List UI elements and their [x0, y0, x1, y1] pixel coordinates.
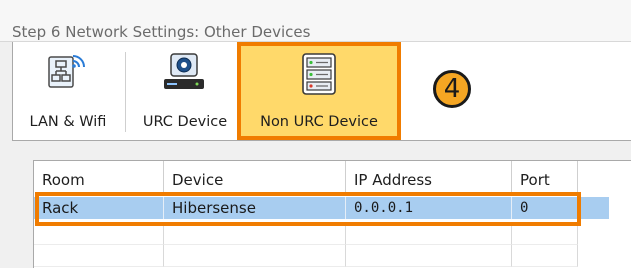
- table-row[interactable]: Rack Hibersense 0.0.0.1 0: [34, 197, 609, 219]
- cell-port: 0: [512, 197, 578, 219]
- cell-device: Hibersense: [164, 197, 346, 219]
- settings-window: Step 6 Network Settings: Other Devices L…: [0, 0, 631, 268]
- non-urc-device-label: Non URC Device: [260, 114, 378, 130]
- devices-table: Room Device IP Address Port Rack Hiberse…: [33, 160, 631, 268]
- title-bar: Step 6 Network Settings: Other Devices: [0, 0, 631, 42]
- lan-wifi-button[interactable]: LAN & Wifi: [13, 42, 123, 134]
- column-header-ip-address[interactable]: IP Address: [346, 161, 512, 194]
- table-row-empty: [34, 223, 609, 245]
- urc-device-button[interactable]: URC Device: [129, 42, 241, 134]
- cell-room: Rack: [34, 197, 164, 219]
- urc-device-label: URC Device: [142, 114, 228, 130]
- empty-cell: [346, 245, 512, 267]
- column-header-device[interactable]: Device: [164, 161, 346, 194]
- step-number-badge: 4: [433, 70, 471, 108]
- lan-wifi-label: LAN & Wifi: [29, 114, 107, 130]
- table-header: Room Device IP Address Port: [34, 161, 609, 194]
- empty-cell: [512, 245, 578, 267]
- toolbar-separator: [125, 52, 126, 132]
- column-header-room[interactable]: Room: [34, 161, 164, 194]
- empty-cell: [34, 245, 164, 267]
- table-row-empty: [34, 245, 609, 267]
- column-header-port[interactable]: Port: [512, 161, 578, 194]
- window-title: Step 6 Network Settings: Other Devices: [12, 23, 311, 41]
- toolbar-divider: [12, 140, 631, 141]
- non-urc-device-button[interactable]: Non URC Device: [237, 42, 401, 140]
- empty-cell: [34, 223, 164, 245]
- empty-cell: [512, 223, 578, 245]
- server-rack-icon: [298, 52, 338, 95]
- network-wifi-icon: [46, 52, 86, 92]
- empty-cell: [346, 223, 512, 245]
- empty-cell: [164, 223, 346, 245]
- urc-device-icon: [163, 52, 204, 92]
- device-type-toolbar: LAN & Wifi URC Device Non URC Device: [12, 42, 631, 140]
- cell-ip-address: 0.0.0.1: [346, 197, 512, 219]
- empty-cell: [164, 245, 346, 267]
